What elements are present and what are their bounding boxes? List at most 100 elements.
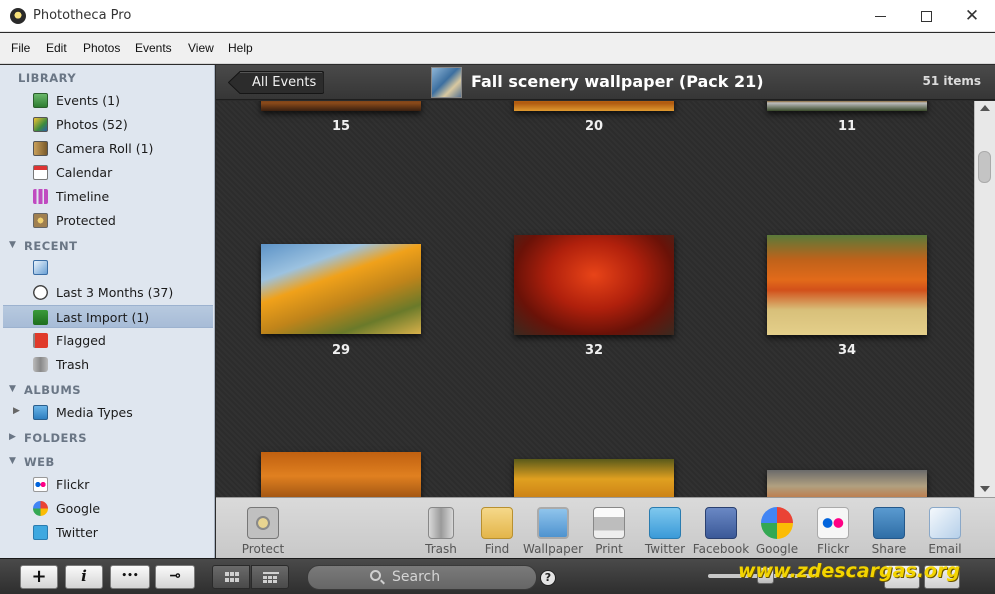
print-button[interactable]: Print bbox=[581, 503, 637, 557]
wallpaper-button[interactable]: Wallpaper bbox=[523, 503, 583, 557]
key-button[interactable]: ⊸ bbox=[155, 565, 195, 589]
facebook-icon bbox=[705, 507, 737, 539]
event-header-bar: All Events Fall scenery wallpaper (Pack … bbox=[216, 65, 995, 100]
protect-button[interactable]: Protect bbox=[235, 503, 291, 557]
share-icon bbox=[873, 507, 905, 539]
minimize-button[interactable] bbox=[857, 0, 903, 32]
trash-button[interactable]: Trash bbox=[413, 503, 469, 557]
section-folders[interactable]: ▶ FOLDERS bbox=[0, 428, 214, 448]
search-input[interactable]: Search bbox=[307, 565, 537, 590]
app-logo-icon bbox=[10, 8, 26, 24]
info-button[interactable]: i bbox=[65, 565, 103, 589]
email-button[interactable]: Email bbox=[917, 503, 973, 557]
menu-edit[interactable]: Edit bbox=[46, 41, 67, 55]
sidebar-item-timeline[interactable]: Timeline bbox=[3, 185, 213, 208]
sidebar-item-label: Camera Roll (1) bbox=[56, 141, 154, 156]
item-count: 51 items bbox=[922, 74, 981, 88]
pencil-icon bbox=[33, 260, 48, 275]
section-albums[interactable]: ▼ ALBUMS bbox=[0, 380, 214, 400]
scroll-up-icon[interactable] bbox=[980, 105, 990, 111]
trash-icon bbox=[33, 357, 48, 372]
photo-thumbnail[interactable] bbox=[261, 244, 421, 334]
flickr-button[interactable]: Flickr bbox=[805, 503, 861, 557]
all-events-button[interactable]: All Events bbox=[228, 71, 324, 94]
photo-label: 20 bbox=[584, 119, 604, 134]
close-button[interactable]: ✕ bbox=[949, 0, 995, 32]
photo-grid: 15 20 11 29 32 34 bbox=[216, 101, 974, 497]
event-title: Fall scenery wallpaper (Pack 21) bbox=[471, 72, 764, 91]
google-button[interactable]: Google bbox=[749, 503, 805, 557]
grid-view-button[interactable] bbox=[212, 565, 250, 589]
photo-thumbnail[interactable] bbox=[261, 452, 421, 497]
sidebar-item-label: Google bbox=[56, 501, 101, 516]
sidebar-item-last-import[interactable]: Last Import (1) bbox=[3, 305, 213, 328]
list-view-button[interactable] bbox=[251, 565, 289, 589]
flickr-icon bbox=[33, 477, 48, 492]
photo-thumbnail[interactable] bbox=[261, 101, 421, 111]
timeline-icon bbox=[33, 189, 48, 204]
sidebar-item-events[interactable]: Events (1) bbox=[3, 89, 213, 112]
vertical-scrollbar[interactable] bbox=[974, 101, 995, 497]
sidebar: LIBRARY Events (1) Photos (52) Camera Ro… bbox=[0, 65, 215, 558]
photo-thumbnail[interactable] bbox=[767, 101, 927, 111]
sidebar-item-label: Flagged bbox=[56, 333, 106, 348]
sidebar-item-label: Last 3 Months (37) bbox=[56, 285, 174, 300]
safe-icon bbox=[33, 213, 48, 228]
event-cover-thumbnail bbox=[431, 67, 462, 98]
photo-thumbnail[interactable] bbox=[514, 101, 674, 111]
help-button[interactable]: ? bbox=[540, 570, 556, 586]
share-button[interactable]: Share bbox=[861, 503, 917, 557]
sidebar-item-twitter[interactable]: Twitter bbox=[3, 521, 213, 544]
search-icon bbox=[370, 570, 381, 581]
sidebar-item-flickr[interactable]: Flickr bbox=[3, 473, 213, 496]
section-recent[interactable]: ▼ RECENT bbox=[0, 236, 214, 256]
photo-thumbnail[interactable] bbox=[767, 470, 927, 497]
collapse-triangle-icon: ▼ bbox=[9, 384, 17, 394]
add-button[interactable]: + bbox=[20, 565, 58, 589]
sidebar-item-flagged[interactable]: Flagged bbox=[3, 329, 213, 352]
sidebar-item-camera-roll[interactable]: Camera Roll (1) bbox=[3, 137, 213, 160]
more-button[interactable]: ••• bbox=[110, 565, 150, 589]
menu-events[interactable]: Events bbox=[135, 41, 172, 55]
menu-help[interactable]: Help bbox=[228, 41, 253, 55]
monitor-icon bbox=[537, 507, 569, 539]
menu-file[interactable]: File bbox=[11, 41, 30, 55]
sidebar-item-protected[interactable]: Protected bbox=[3, 209, 213, 232]
collapse-triangle-icon: ▼ bbox=[9, 240, 17, 250]
sidebar-item-google[interactable]: Google bbox=[3, 497, 213, 520]
flag-icon bbox=[33, 333, 48, 348]
sidebar-item-calendar[interactable]: Calendar bbox=[3, 161, 213, 184]
title-bar: Phototheca Pro ✕ bbox=[0, 0, 995, 32]
sidebar-item-trash[interactable]: Trash bbox=[3, 353, 213, 376]
facebook-button[interactable]: Facebook bbox=[693, 503, 749, 557]
menu-view[interactable]: View bbox=[188, 41, 214, 55]
close-icon: ✕ bbox=[964, 5, 980, 26]
section-web[interactable]: ▼ WEB bbox=[0, 452, 214, 472]
find-button[interactable]: Find bbox=[469, 503, 525, 557]
sidebar-item-edit[interactable] bbox=[3, 256, 213, 279]
twitter-button[interactable]: Twitter bbox=[637, 503, 693, 557]
envelope-icon bbox=[929, 507, 961, 539]
watermark-text: www.zdescargas.org bbox=[738, 560, 960, 582]
menu-photos[interactable]: Photos bbox=[83, 41, 120, 55]
sidebar-item-last-3-months[interactable]: Last 3 Months (37) bbox=[3, 281, 213, 304]
sidebar-item-photos[interactable]: Photos (52) bbox=[3, 113, 213, 136]
maximize-button[interactable] bbox=[903, 0, 949, 32]
sidebar-item-media-types[interactable]: ▶ Media Types bbox=[3, 401, 213, 424]
expand-triangle-icon: ▶ bbox=[9, 432, 17, 442]
photo-thumbnail[interactable] bbox=[767, 235, 927, 335]
expand-triangle-icon[interactable]: ▶ bbox=[13, 406, 20, 416]
find-folder-icon bbox=[481, 507, 513, 539]
sidebar-item-label: Flickr bbox=[56, 477, 90, 492]
photo-label: 34 bbox=[837, 343, 857, 358]
photo-thumbnail[interactable] bbox=[514, 235, 674, 335]
scrollbar-thumb[interactable] bbox=[978, 151, 991, 183]
google-icon bbox=[761, 507, 793, 539]
sidebar-item-label: Events (1) bbox=[56, 93, 121, 108]
action-toolbar: Protect Trash Find Wallpaper Print Twitt… bbox=[216, 497, 995, 558]
photo-label: 15 bbox=[331, 119, 351, 134]
sidebar-item-label: Trash bbox=[56, 357, 90, 372]
list-view-icon bbox=[263, 572, 279, 583]
scroll-down-icon[interactable] bbox=[980, 486, 990, 492]
photo-thumbnail[interactable] bbox=[514, 459, 674, 497]
